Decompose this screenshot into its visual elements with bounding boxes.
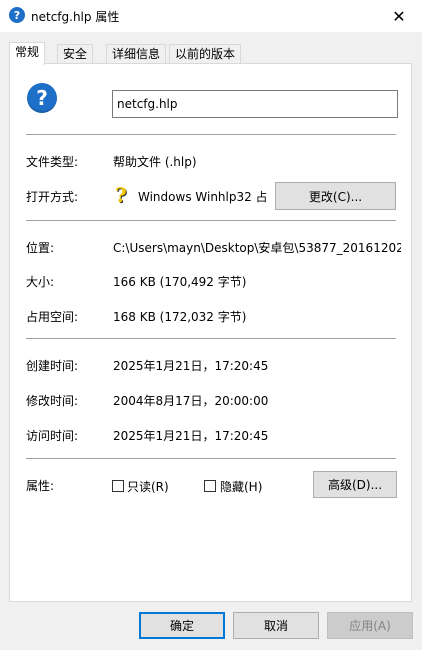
divider [26,458,396,459]
modified-value: 2004年8月17日，20:00:00 [113,394,269,408]
close-button[interactable]: ✕ [376,0,422,32]
created-value: 2025年1月21日，17:20:45 [113,359,269,373]
general-panel: ? netcfg.hlp 文件类型: 帮助文件 (.hlp) 打开方式: ? W… [9,63,412,602]
hidden-checkbox[interactable] [204,480,216,492]
open-with-label: 打开方式: [26,190,79,204]
ok-button[interactable]: 确定 [139,612,225,639]
divider [26,220,396,221]
size-value: 166 KB (170,492 字节) [113,275,247,289]
file-name-field[interactable]: netcfg.hlp [112,90,398,118]
divider [26,338,396,339]
tab-previous-versions[interactable]: 以前的版本 [169,44,242,64]
help-file-icon: ? [9,7,25,23]
location-value: C:\Users\mayn\Desktop\安卓包\53877_20161202… [113,241,401,255]
properties-dialog: ? netcfg.hlp 属性 ✕ 常规 安全 详细信息 以前的版本 ? net… [0,0,422,650]
title-bar: ? netcfg.hlp 属性 ✕ [0,0,422,32]
tab-security[interactable]: 安全 [57,44,94,64]
created-label: 创建时间: [26,359,79,373]
help-file-icon: ? [27,83,57,113]
modified-label: 修改时间: [26,394,79,408]
attributes-label: 属性: [26,479,55,493]
tab-general[interactable]: 常规 [9,42,46,65]
readonly-checkbox[interactable] [112,480,124,492]
close-icon: ✕ [392,6,406,26]
accessed-label: 访问时间: [26,429,79,443]
window-title: netcfg.hlp 属性 [31,10,120,24]
size-on-disk-label: 占用空间: [26,310,79,324]
hidden-label[interactable]: 隐藏(H) [220,478,262,495]
size-label: 大小: [26,275,55,289]
file-type-value: 帮助文件 (.hlp) [113,155,197,169]
location-label: 位置: [26,241,55,255]
size-on-disk-value: 168 KB (172,032 字节) [113,310,247,324]
accessed-value: 2025年1月21日，17:20:45 [113,429,269,443]
change-button[interactable]: 更改(C)... [275,182,396,210]
readonly-label[interactable]: 只读(R) [127,478,169,495]
apply-button[interactable]: 应用(A) [327,612,413,639]
tab-details[interactable]: 详细信息 [106,44,167,64]
advanced-button[interactable]: 高级(D)... [313,471,397,498]
file-type-label: 文件类型: [26,155,79,169]
cancel-button[interactable]: 取消 [233,612,319,639]
open-with-value: Windows Winhlp32 占位 [138,190,266,204]
winhlp-question-icon: ? [115,183,127,207]
divider [26,134,396,135]
